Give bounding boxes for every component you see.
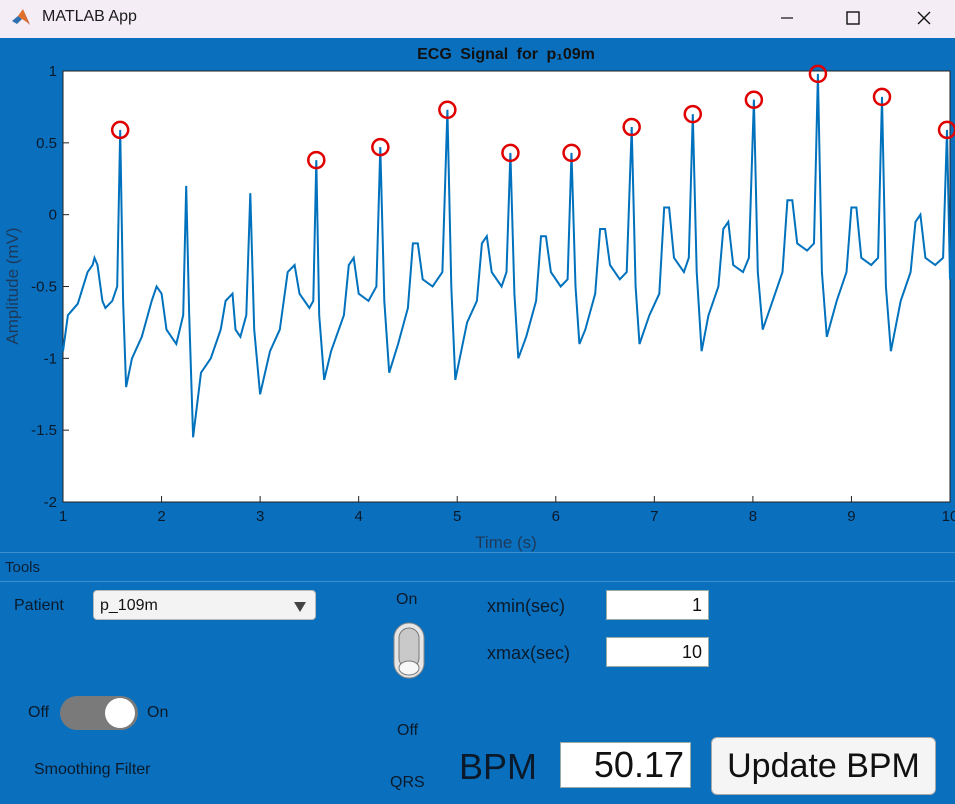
x-tick-label: 8 <box>749 508 757 525</box>
window-title: MATLAB App <box>42 8 137 25</box>
bpm-label: BPM <box>459 746 538 787</box>
patient-dropdown-value: p_109m <box>100 597 158 614</box>
patient-dropdown[interactable]: p_109m <box>93 590 316 620</box>
minimize-button[interactable] <box>756 0 818 36</box>
y-tick-label: -0.5 <box>31 279 57 296</box>
triangle-down-icon <box>294 602 306 612</box>
x-tick-label: 2 <box>157 508 165 525</box>
y-tick-label: -1 <box>44 350 57 367</box>
matlab-icon <box>10 7 32 29</box>
y-tick-label: 0 <box>49 207 57 224</box>
window-titlebar: MATLAB App <box>0 0 955 38</box>
update-bpm-button[interactable]: Update BPM <box>711 737 936 795</box>
y-axis-label: Amplitude (mV) <box>3 227 22 344</box>
qrs-label: QRS <box>390 774 425 791</box>
toggle-knob <box>105 698 135 728</box>
ecg-chart[interactable]: ECG Signal for p₁09m 1 2 3 4 5 6 7 8 9 10 1 0.5 0 -0… <box>0 38 955 552</box>
tools-label: Tools <box>5 559 41 576</box>
qrs-on-label: On <box>396 591 418 608</box>
ecg-chart-panel: ECG Signal for p₁09m 1 2 3 4 5 6 7 8 9 10 1 0.5 0 -0… <box>0 38 955 552</box>
close-window-button[interactable] <box>893 0 955 36</box>
y-tick-label: -1.5 <box>31 422 57 439</box>
x-tick-label: 10 <box>942 508 955 525</box>
xmin-input[interactable] <box>606 590 709 620</box>
x-tick-label: 1 <box>59 508 67 525</box>
chart-title: ECG Signal for p₁09m <box>417 46 595 63</box>
minimize-icon <box>781 17 793 19</box>
x-tick-label: 4 <box>354 508 362 525</box>
xmax-label: xmax(sec) <box>487 643 571 663</box>
x-tick-label: 7 <box>650 508 658 525</box>
smoothing-filter-label: Smoothing Filter <box>34 761 151 778</box>
x-axis-label: Time (s) <box>475 533 537 552</box>
smoothing-filter-toggle[interactable] <box>60 696 138 730</box>
maximize-icon <box>846 11 860 25</box>
y-tick-label: -2 <box>44 494 57 511</box>
bpm-value-field <box>560 742 691 788</box>
qrs-rocker-switch[interactable] <box>393 622 425 679</box>
x-tick-label: 5 <box>453 508 461 525</box>
xmax-input[interactable] <box>606 637 709 667</box>
xmin-label: xmin(sec) <box>487 596 566 616</box>
y-tick-label: 0.5 <box>36 135 57 152</box>
y-tick-label: 1 <box>49 63 57 80</box>
smoothing-on-label: On <box>147 704 169 721</box>
qrs-off-label: Off <box>397 722 419 739</box>
close-icon <box>917 11 931 25</box>
maximize-button[interactable] <box>822 0 884 36</box>
patient-label: Patient <box>14 597 64 614</box>
smoothing-off-label: Off <box>28 704 50 721</box>
x-tick-label: 6 <box>552 508 560 525</box>
x-tick-label: 9 <box>847 508 855 525</box>
x-tick-label: 3 <box>256 508 264 525</box>
tools-panel-header: Tools <box>0 552 955 582</box>
